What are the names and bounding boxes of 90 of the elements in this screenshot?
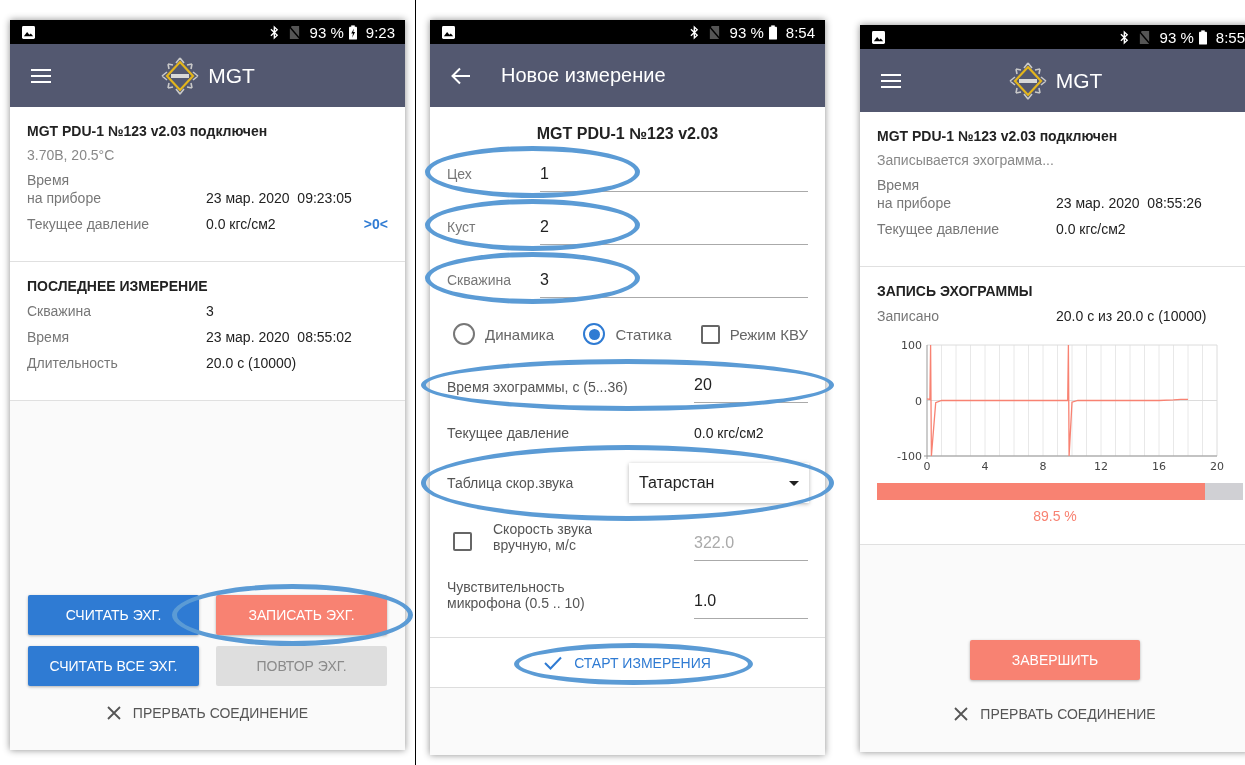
clock-time: 9:23	[365, 23, 395, 41]
info-value: 20.0 с из 20.0 с (10000)	[1056, 307, 1208, 325]
info-value: 0.0 кгс/см2	[206, 215, 277, 233]
no-sim-icon	[287, 24, 301, 40]
axis-label: 4	[981, 460, 989, 473]
no-sim-icon	[1137, 29, 1151, 45]
option-label: Динамика	[485, 325, 555, 343]
checkmark-icon	[544, 655, 563, 670]
status-text: 3.70В, 20.5°C	[27, 147, 116, 163]
input-field[interactable]: 20	[694, 376, 808, 403]
option-label: Статика	[615, 325, 672, 343]
field-label: Скорость звука вручную, м/с	[492, 521, 594, 555]
input-field[interactable]: 3	[540, 271, 808, 298]
info-label: Текущее давление	[27, 215, 151, 233]
checkbox[interactable]	[700, 324, 720, 344]
bluetooth-icon	[1119, 29, 1129, 45]
clock-time: 8:54	[785, 23, 815, 41]
menu-icon[interactable]	[31, 66, 51, 85]
app-title: MGT	[208, 63, 255, 88]
info-label: Длительность	[27, 354, 119, 372]
bluetooth-icon	[689, 24, 699, 40]
action-button[interactable]: СЧИТАТЬ ЭХГ.	[28, 595, 199, 635]
battery-percent: 93 %	[1159, 28, 1194, 46]
info-value: 23 мар. 2020 08:55:02	[206, 328, 353, 346]
disconnect-button[interactable]: ПРЕРВАТЬ СОЕДИНЕНИЕ	[948, 705, 1162, 723]
axis-label: 20	[1210, 460, 1224, 473]
app-title: MGT	[1055, 68, 1103, 93]
input-field[interactable]: 1.0	[694, 592, 808, 619]
option-label: Режим КВУ	[729, 325, 808, 343]
info-label: Время на приборе	[877, 176, 952, 212]
option-control[interactable]: Режим КВУ	[700, 324, 808, 344]
field-label: Время эхограммы, с (5...36)	[447, 379, 629, 397]
section-title: ПОСЛЕДНЕЕ ИЗМЕРЕНИЕ	[27, 278, 209, 294]
star-emblem-icon	[1007, 60, 1048, 101]
progress-percent: 89.5 %	[1032, 508, 1078, 524]
axis-label: 16	[1152, 460, 1166, 473]
field-label: Текущее давление	[447, 425, 571, 441]
star-emblem-icon	[160, 55, 201, 96]
axis-label: -100	[897, 450, 922, 463]
axis-label: 0	[923, 460, 931, 473]
close-icon	[106, 706, 121, 720]
pressure-value: 0.0 кгс/см2	[694, 425, 765, 441]
field-label: Куст	[447, 219, 477, 237]
battery-percent: 93 %	[729, 23, 764, 41]
menu-icon[interactable]	[881, 71, 901, 90]
radio-button[interactable]	[453, 323, 475, 345]
clock-time: 8:55	[1215, 28, 1245, 46]
device-title: MGT PDU-1 №123 v2.03	[535, 125, 720, 143]
info-label: Текущее давление	[877, 220, 1001, 238]
option-control[interactable]: Динамика	[453, 323, 555, 345]
app-title: Новое измерение	[501, 64, 666, 86]
field-label: Скважина	[447, 272, 512, 290]
image-icon	[442, 25, 455, 39]
info-value: 0.0 кгс/см2	[1056, 220, 1127, 238]
axis-label: 12	[1094, 460, 1108, 473]
dropdown-select[interactable]: Татарстан	[629, 463, 809, 503]
section-title: MGT PDU-1 №123 v2.03 подключен	[27, 123, 269, 139]
axis-label: 0	[915, 394, 922, 408]
field-label: Чувствительность микрофона (0.5 .. 10)	[447, 579, 586, 613]
info-label: Время	[27, 328, 71, 346]
image-icon	[872, 30, 885, 44]
info-value: 23 мар. 2020 09:23:05	[206, 189, 353, 207]
disconnect-button[interactable]: ПРЕРВАТЬ СОЕДИНЕНИЕ	[100, 704, 315, 722]
action-button[interactable]: СЧИТАТЬ ВСЕ ЭХГ.	[28, 646, 199, 686]
field-label: Таблица скор.звука	[447, 475, 575, 491]
back-arrow-icon[interactable]	[451, 66, 471, 85]
close-icon	[954, 707, 969, 721]
checkbox[interactable]	[453, 532, 472, 551]
info-label: Время на приборе	[27, 171, 102, 207]
input-field[interactable]: 2	[540, 218, 808, 245]
axis-label: 8	[1039, 460, 1047, 473]
section-title: ЗАПИСЬ ЭХОГРАММЫ	[877, 283, 1034, 299]
option-control[interactable]: Статика	[583, 323, 672, 345]
info-label: Скважина	[27, 302, 92, 320]
info-value: 23 мар. 2020 08:55:26	[1056, 194, 1203, 212]
zero-link[interactable]: >0<	[363, 215, 388, 233]
status-text: Записывается эхограмма...	[877, 152, 1055, 168]
axis-label: 100	[901, 339, 922, 352]
info-label: Записано	[877, 307, 940, 325]
info-value: 3	[206, 302, 215, 320]
bluetooth-icon	[269, 24, 279, 40]
no-sim-icon	[707, 24, 721, 40]
caret-icon	[789, 480, 799, 486]
image-icon	[22, 25, 35, 39]
field-label: Цех	[447, 166, 473, 184]
radio-button[interactable]	[583, 323, 606, 345]
battery-percent: 93 %	[309, 23, 344, 41]
input-field[interactable]: 1	[540, 165, 808, 192]
section-title: MGT PDU-1 №123 v2.03 подключен	[877, 128, 1119, 144]
info-value: 20.0 с (10000)	[206, 354, 298, 372]
